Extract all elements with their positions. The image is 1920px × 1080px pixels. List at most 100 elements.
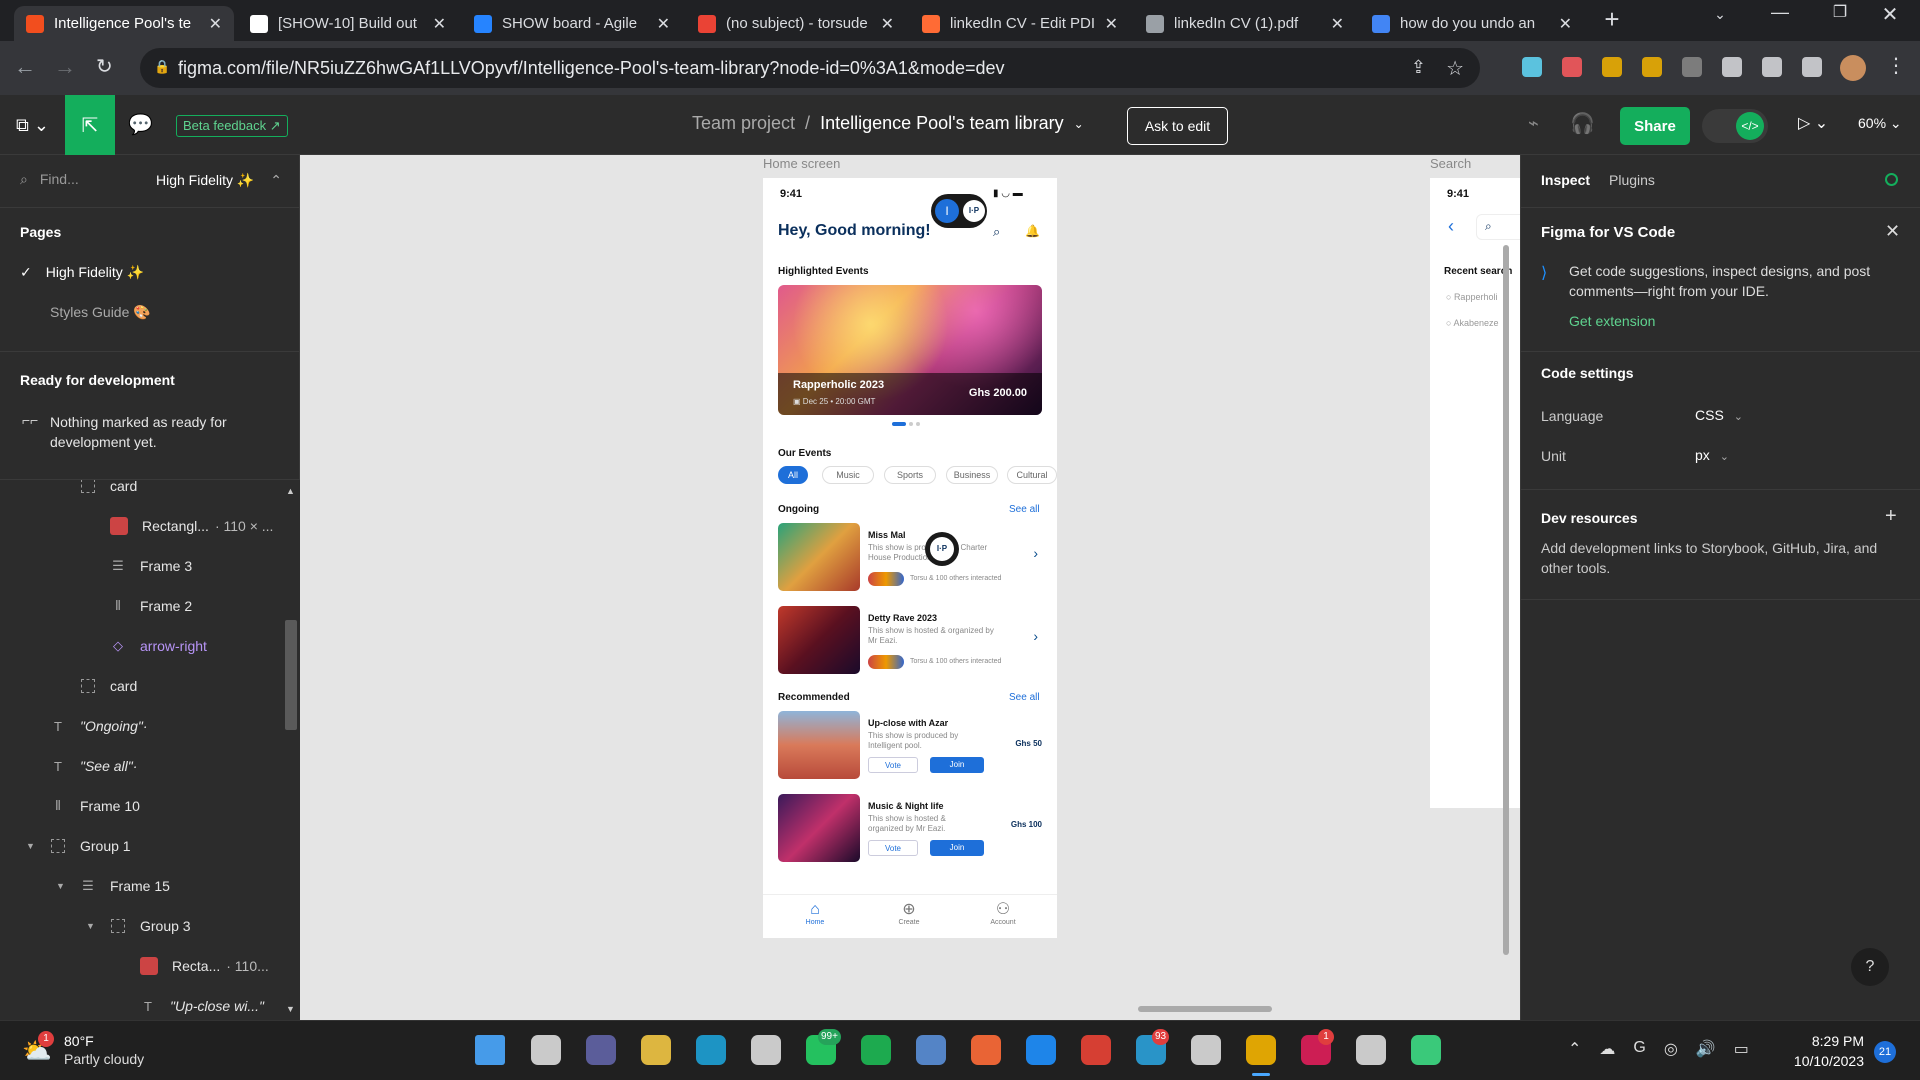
vote-button[interactable]: Vote: [868, 840, 918, 856]
volume-icon[interactable]: 🔊: [1696, 1039, 1716, 1059]
headphones-icon[interactable]: 🎧: [1570, 111, 1595, 136]
teams-icon[interactable]: [586, 1035, 616, 1065]
color-picker-icon[interactable]: [1562, 57, 1582, 77]
close-tab-icon[interactable]: ✕: [657, 14, 670, 34]
scroll-up-icon[interactable]: ▲: [286, 486, 295, 496]
react-devtools-icon[interactable]: [1522, 57, 1542, 77]
chrome-icon[interactable]: [1081, 1035, 1111, 1065]
app-icon[interactable]: [1356, 1035, 1386, 1065]
browser-tab[interactable]: Intelligence Pool's te ✕: [14, 6, 234, 41]
clock[interactable]: 8:29 PM 10/10/2023: [1784, 1031, 1864, 1071]
close-tab-icon[interactable]: ✕: [433, 14, 446, 34]
layer-row[interactable]: ▼ ☰ Frame 15: [0, 866, 170, 906]
layer-row[interactable]: card: [0, 666, 137, 706]
close-window-button[interactable]: ✕: [1870, 2, 1910, 34]
file-explorer-icon[interactable]: [641, 1035, 671, 1065]
layer-row[interactable]: Recta... · 110...: [0, 946, 269, 986]
comment-icon[interactable]: 💬: [128, 112, 153, 137]
join-button[interactable]: Join: [930, 840, 984, 856]
layer-row[interactable]: Rectangl... · 110 × ...: [0, 506, 273, 546]
home-screen-frame[interactable]: 9:41 ▮ ◡ ▬ Hey, Good morning! ⌕ 🔔 I I·P …: [763, 178, 1057, 938]
see-all-link[interactable]: See all: [1009, 692, 1040, 703]
dev-mode-toggle[interactable]: </>: [1702, 109, 1768, 143]
help-button[interactable]: ?: [1851, 948, 1889, 986]
dev-mode-select-tool[interactable]: ⇱: [65, 95, 115, 155]
maximize-button[interactable]: ❐: [1820, 2, 1860, 34]
postman-icon[interactable]: [971, 1035, 1001, 1065]
browser-tab[interactable]: linkedIn CV (1).pdf ✕: [1134, 6, 1356, 41]
side-panel-icon[interactable]: [1802, 57, 1822, 77]
find-field[interactable]: ⌕ Find...: [20, 171, 79, 188]
chevron-right-icon[interactable]: ›: [1033, 545, 1038, 561]
bell-icon[interactable]: 🔔: [1025, 224, 1040, 238]
scroll-thumb[interactable]: [285, 620, 297, 730]
layer-row[interactable]: T "Up-close wi...": [0, 986, 264, 1020]
share-button[interactable]: Share: [1620, 107, 1690, 145]
caret-down-icon[interactable]: ▼: [26, 841, 35, 851]
nav-item-create[interactable]: ⊕ Create: [887, 901, 931, 926]
share-page-icon[interactable]: ⇪: [1411, 57, 1426, 78]
scroll-down-icon[interactable]: ▼: [286, 1004, 295, 1014]
forward-icon[interactable]: →: [54, 54, 76, 80]
weather-widget[interactable]: ⛅ 1 80°F Partly cloudy: [22, 1031, 172, 1071]
close-tab-icon[interactable]: ✕: [881, 14, 894, 34]
back-chevron-icon[interactable]: ‹: [1448, 216, 1454, 237]
android-studio-icon[interactable]: [1411, 1035, 1441, 1065]
event-card[interactable]: Miss MalThis show is produced by Charter…: [778, 523, 1042, 595]
beta-feedback-button[interactable]: Beta feedback ↗: [176, 115, 288, 137]
download-icon[interactable]: [1762, 57, 1782, 77]
layer-row[interactable]: T "See all"·: [0, 746, 137, 786]
filter-chip[interactable]: Music: [822, 466, 874, 484]
search-icon[interactable]: ⌕: [993, 224, 1000, 240]
recent-item[interactable]: ○ Rapperholi: [1446, 292, 1497, 302]
filter-chip[interactable]: All: [778, 466, 808, 484]
layer-row[interactable]: ☰ Frame 3: [0, 546, 192, 586]
filter-chip[interactable]: Business: [946, 466, 998, 484]
new-tab-button[interactable]: +: [1598, 6, 1626, 34]
store-icon[interactable]: [751, 1035, 781, 1065]
task-view-icon[interactable]: [531, 1035, 561, 1065]
tab-inspect[interactable]: Inspect: [1541, 172, 1590, 188]
spotify-icon[interactable]: [861, 1035, 891, 1065]
canvas-horizontal-scrollbar[interactable]: [1138, 1006, 1272, 1012]
chevron-up-icon[interactable]: ⌃: [1568, 1039, 1581, 1059]
get-extension-link[interactable]: Get extension: [1569, 313, 1655, 329]
add-resource-icon[interactable]: +: [1885, 505, 1897, 528]
layers-scrollbar[interactable]: ▲ ▼: [282, 480, 300, 1020]
project-name[interactable]: Team project: [692, 113, 795, 134]
hero-event-card[interactable]: Rapperholic 2023 ▣ Dec 25 • 20:00 GMT Gh…: [778, 285, 1042, 415]
zoom-control[interactable]: 60% ⌄: [1858, 115, 1902, 132]
figma-menu-icon[interactable]: ⧉ ⌄: [16, 115, 49, 136]
page-item-high-fidelity[interactable]: ✓ High Fidelity ✨: [20, 264, 144, 281]
edge-icon[interactable]: [696, 1035, 726, 1065]
caret-down-icon[interactable]: ▼: [56, 881, 65, 891]
layer-row[interactable]: ⦀ Frame 2: [0, 586, 192, 626]
recommended-card[interactable]: Music & Night life This show is hosted & …: [778, 794, 1042, 866]
recommended-card[interactable]: Up-close with Azar This show is produced …: [778, 711, 1042, 783]
browser-menu-icon[interactable]: ⋮: [1886, 53, 1906, 78]
lightbulb-extension-icon[interactable]: [1642, 57, 1662, 77]
join-button[interactable]: Join: [930, 757, 984, 773]
recent-item[interactable]: ○ Akabeneze: [1446, 318, 1499, 328]
caret-down-icon[interactable]: ▼: [86, 921, 95, 931]
close-tab-icon[interactable]: ✕: [1559, 14, 1572, 34]
frame-label-home[interactable]: Home screen: [763, 156, 840, 171]
close-tab-icon[interactable]: ✕: [209, 14, 222, 34]
layer-row[interactable]: card: [0, 480, 137, 506]
frame-label-search[interactable]: Search: [1430, 156, 1471, 171]
browser-icon[interactable]: [1191, 1035, 1221, 1065]
offline-icon[interactable]: ⌁: [1528, 113, 1539, 134]
remote-desktop-icon[interactable]: [916, 1035, 946, 1065]
layer-row[interactable]: ▼ Group 3: [0, 906, 191, 946]
file-name[interactable]: Intelligence Pool's team library: [820, 113, 1064, 134]
browser-tab[interactable]: SHOW board - Agile ✕: [462, 6, 682, 41]
canvas-vertical-scrollbar[interactable]: [1503, 245, 1509, 955]
chevron-right-icon[interactable]: ›: [1033, 628, 1038, 644]
nav-item-home[interactable]: ⌂ Home: [793, 901, 837, 926]
start-icon[interactable]: [475, 1035, 505, 1065]
minimize-button[interactable]: —: [1760, 2, 1800, 34]
filter-chip[interactable]: Sports: [884, 466, 936, 484]
nav-item-account[interactable]: ⚇ Account: [981, 901, 1025, 926]
search-field[interactable]: ⌕: [1476, 214, 1520, 240]
ask-to-edit-button[interactable]: Ask to edit: [1127, 107, 1228, 145]
